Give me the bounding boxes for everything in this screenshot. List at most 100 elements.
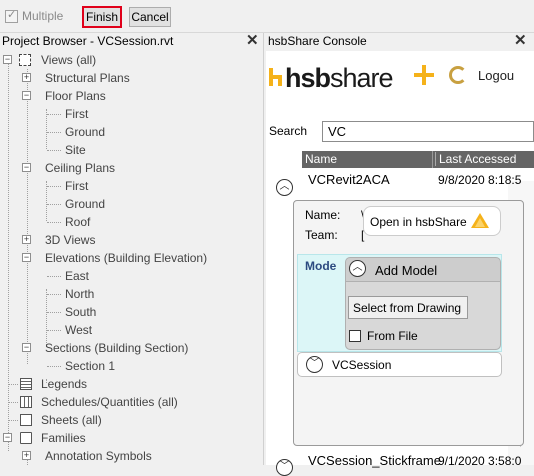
tree-item-label: Schedules/Quantities (all) — [41, 395, 178, 409]
tree-item-floor-plans[interactable]: − Floor Plans — [0, 87, 263, 105]
tree-item-floor-first[interactable]: First — [0, 105, 263, 123]
open-in-hsbshare-label: Open in hsbShare — [370, 215, 467, 229]
tree-item-label: West — [65, 323, 93, 337]
add-icon[interactable] — [414, 65, 434, 85]
tree-item-structural-plans[interactable]: + Structural Plans — [0, 69, 263, 87]
tree-line — [9, 402, 18, 403]
from-file-checkbox-box[interactable] — [349, 330, 361, 342]
tree-item-elev-east[interactable]: East — [0, 267, 263, 285]
collapse-icon[interactable]: − — [22, 253, 31, 262]
expand-icon[interactable]: + — [22, 451, 31, 460]
expand-session-button[interactable]: ﹀ — [306, 356, 323, 373]
collapse-icon[interactable]: − — [3, 433, 12, 442]
select-from-drawing-button[interactable]: Select from Drawing — [348, 296, 468, 319]
tree-item-label: Floor Plans — [45, 89, 106, 103]
tree-item-label: First — [65, 179, 89, 193]
tree-item-label: Section 1 — [65, 359, 116, 373]
hsbshare-console-panel: hsbShare Console ✕ hsb share Logou Search… — [266, 33, 534, 476]
tree-item-elevations[interactable]: − Elevations (Building Elevation) — [0, 249, 263, 267]
schedule-icon — [20, 396, 32, 408]
console-title: hsbShare Console — [268, 34, 367, 48]
tree-item-floor-site[interactable]: Site — [0, 141, 263, 159]
tree-item-label: Elevations (Building Elevation) — [45, 251, 208, 265]
tree-item-label: Legends — [41, 377, 88, 391]
tree-item-elev-west[interactable]: West — [0, 321, 263, 339]
tree-item-ceiling-ground[interactable]: Ground — [0, 195, 263, 213]
column-header-name[interactable]: Name — [305, 152, 337, 166]
toolbar: ✓ Multiple Finish Cancel — [0, 0, 534, 33]
logout-link[interactable]: Logou — [478, 68, 514, 83]
legends-icon — [20, 378, 32, 390]
row-date: 9/1/2020 3:58:0 — [438, 454, 522, 468]
tree-item-ceiling-first[interactable]: First — [0, 177, 263, 195]
multiple-checkbox-box[interactable]: ✓ — [5, 9, 18, 23]
tree-item-annotation-symbols[interactable]: + Annotation Symbols — [0, 447, 263, 465]
row-name[interactable]: VCRevit2ACA — [308, 172, 390, 187]
tree-item-label: Ground — [65, 125, 106, 139]
tree-line — [47, 186, 61, 187]
expand-icon[interactable]: + — [22, 235, 31, 244]
column-separator[interactable] — [432, 151, 433, 168]
tree-item-families[interactable]: − Families — [0, 429, 263, 447]
tree-line — [47, 132, 61, 133]
tree-item-sections[interactable]: − Sections (Building Section) — [0, 339, 263, 357]
tree-item-label: Views (all) — [41, 53, 97, 67]
add-model-label: Add Model — [375, 263, 438, 278]
tree-line — [47, 294, 61, 295]
tree-item-label: East — [65, 269, 90, 283]
expand-row-button[interactable]: ﹀ — [276, 459, 293, 476]
add-model-options: Select from Drawing From File — [346, 281, 500, 349]
tree-item-label: North — [65, 287, 95, 301]
tree-item-views-all[interactable]: − Views (all) — [0, 51, 263, 69]
multiple-checkbox[interactable]: ✓ Multiple — [5, 9, 63, 23]
tree-line — [47, 114, 61, 115]
tree-item-ceiling-roof[interactable]: Roof — [0, 213, 263, 231]
team-label: Team: — [305, 228, 338, 242]
row-name[interactable]: VCSession_Stickframe — [308, 453, 441, 468]
tree-item-sheets[interactable]: Sheets (all) — [0, 411, 263, 429]
refresh-icon[interactable] — [449, 66, 467, 84]
column-header-last-accessed[interactable]: Last Accessed — [435, 152, 516, 166]
tree-item-label: 3D Views — [45, 233, 96, 247]
views-icon — [19, 54, 31, 66]
mode-label: Mode — [305, 259, 337, 273]
tree-item-floor-ground[interactable]: Ground — [0, 123, 263, 141]
collapse-icon[interactable]: − — [22, 163, 31, 172]
collapse-row-button[interactable]: ︿ — [276, 179, 293, 196]
tree-item-3d-views[interactable]: + 3D Views — [0, 231, 263, 249]
tree-line — [9, 420, 18, 421]
row-date: 9/8/2020 8:18:5 — [438, 173, 522, 187]
logo-text-hsb: hsb — [285, 63, 331, 93]
open-in-hsbshare-button[interactable]: Open in hsbShare — [363, 206, 501, 236]
tree-item-section-1[interactable]: Section 1 — [0, 357, 263, 375]
collapse-add-model-button[interactable]: ︿ — [349, 260, 366, 277]
collapse-icon[interactable]: − — [22, 91, 31, 100]
families-icon — [20, 432, 32, 444]
session-item[interactable]: ﹀ VCSession — [297, 352, 502, 377]
tree-line — [47, 204, 61, 205]
multiple-label: Multiple — [22, 9, 64, 23]
tree-item-label: Ceiling Plans — [45, 161, 116, 175]
search-input[interactable]: VC — [322, 121, 534, 142]
collapse-icon[interactable]: − — [22, 343, 31, 352]
expand-icon[interactable]: + — [22, 73, 31, 82]
cancel-button[interactable]: Cancel — [129, 7, 171, 27]
tree-item-schedules[interactable]: Schedules/Quantities (all) — [0, 393, 263, 411]
row-detail-panel: Name: \ Team: [ Open in hsbShare Mode ︿ … — [293, 200, 524, 446]
hsbshare-logo: hsb share — [268, 63, 394, 93]
tree-line — [47, 276, 61, 277]
close-icon[interactable]: ✕ — [514, 33, 527, 48]
tree-item-ceiling-plans[interactable]: − Ceiling Plans — [0, 159, 263, 177]
collapse-icon[interactable]: − — [3, 55, 12, 64]
tree-item-legends[interactable]: Legends — [0, 375, 263, 393]
tree-item-label: Families — [41, 431, 86, 445]
tree-item-label: Annotation Symbols — [45, 449, 152, 463]
from-file-checkbox[interactable]: From File — [349, 329, 418, 343]
close-icon[interactable]: ✕ — [246, 33, 259, 48]
console-header: hsbShare Console ✕ — [266, 33, 534, 50]
tree-item-elev-south[interactable]: South — [0, 303, 263, 321]
finish-button[interactable]: Finish — [82, 6, 122, 28]
tree-item-label: Site — [65, 143, 86, 157]
tree-item-elev-north[interactable]: North — [0, 285, 263, 303]
tree-item-label: Sections (Building Section) — [45, 341, 189, 355]
